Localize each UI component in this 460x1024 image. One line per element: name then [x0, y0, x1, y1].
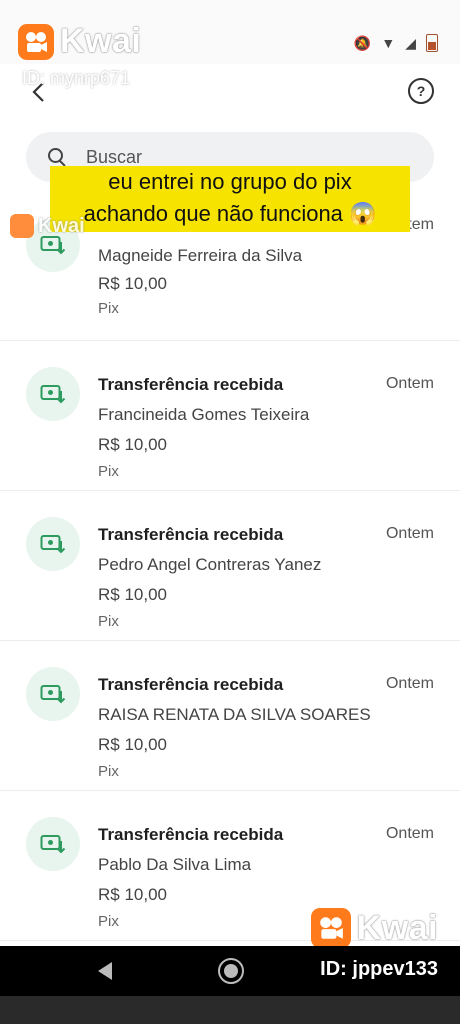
transaction-row[interactable]: Transferência recebida Ontem RAISA RENATA … — [0, 641, 460, 791]
kwai-watermark-bottom: Kwai — [310, 908, 438, 948]
transfer-received-icon — [26, 667, 80, 721]
bottom-strip — [0, 996, 460, 1024]
transaction-sender: RAISA RENATA DA SILVA SOARES — [98, 705, 371, 724]
transaction-sender: Pablo Da Silva Lima — [98, 855, 252, 874]
system-nav-bar: ID: jppev133 — [0, 946, 460, 996]
transfer-received-icon — [26, 817, 80, 871]
kwai-user-id-bottom: ID: jppev133 — [320, 958, 438, 980]
transaction-title: Transferência recebida — [98, 825, 284, 844]
kwai-logo — [18, 23, 54, 60]
transaction-title: Transferência recebida — [98, 375, 284, 394]
transaction-amount: R$ 10,00 — [98, 274, 167, 293]
question-circle-icon: ? — [416, 83, 426, 99]
mute-icon: 🔕 — [353, 34, 372, 51]
kwai-watermark-top: Kwai — [18, 22, 141, 61]
signal-icon: ◢ — [405, 34, 416, 51]
transaction-list: Transferência recebida Ontem Magneide Ferr… — [0, 190, 460, 941]
status-icons: 🔕 ▼ ◢ — [354, 34, 438, 52]
transaction-method: Pix — [98, 763, 119, 780]
transaction-date: Ontem — [385, 375, 434, 392]
transaction-amount: R$ 10,00 — [98, 735, 167, 754]
transaction-title: Transferência recebida — [98, 675, 284, 694]
transaction-sender: Francineida Gomes Teixeira — [98, 405, 310, 424]
transaction-method: Pix — [98, 300, 119, 317]
help-button[interactable]: ? — [408, 78, 434, 104]
transfer-received-icon — [26, 517, 80, 571]
transaction-amount: R$ 10,00 — [98, 435, 167, 454]
transaction-date: Ontem — [385, 825, 434, 842]
transaction-amount: R$ 10,00 — [98, 585, 167, 604]
transaction-sender: Magneide Ferreira da Silva — [98, 246, 303, 265]
transaction-date: Ontem — [385, 525, 434, 542]
transaction-amount: R$ 10,00 — [98, 885, 167, 904]
caption-line-2: achando que não funciona 😱 — [83, 201, 377, 226]
kwai-brand-text: Kwai — [60, 22, 142, 60]
kwai-logo — [310, 908, 351, 948]
kwai-brand-text: Kwai — [356, 908, 438, 947]
transaction-method: Pix — [98, 613, 119, 630]
transaction-sender: Pedro Angel Contreras Yanez — [98, 555, 322, 574]
transaction-row[interactable]: Transferência recebida Ontem Pedro Angel C… — [0, 491, 460, 641]
transaction-title: Transferência recebida — [98, 525, 284, 544]
transaction-row[interactable]: Transferência recebida Ontem Francineida G… — [0, 341, 460, 491]
kwai-brand-text: Kwai — [38, 214, 85, 237]
wifi-icon: ▼ — [381, 35, 396, 51]
video-caption: eu entrei no grupo do pix achando que nã… — [50, 166, 410, 232]
caption-line-1: eu entrei no grupo do pix — [108, 169, 352, 194]
transaction-method: Pix — [98, 913, 119, 930]
battery-icon — [426, 34, 438, 52]
search-icon — [48, 148, 66, 166]
kwai-watermark-mid: Kwai — [10, 214, 85, 238]
nav-home-icon[interactable] — [218, 958, 244, 984]
kwai-user-id-top: ID: mynrp671 — [22, 68, 131, 88]
kwai-logo — [10, 214, 34, 238]
nav-back-icon[interactable] — [98, 962, 112, 980]
transaction-date: Ontem — [385, 675, 434, 692]
transaction-method: Pix — [98, 463, 119, 480]
transfer-received-icon — [26, 367, 80, 421]
